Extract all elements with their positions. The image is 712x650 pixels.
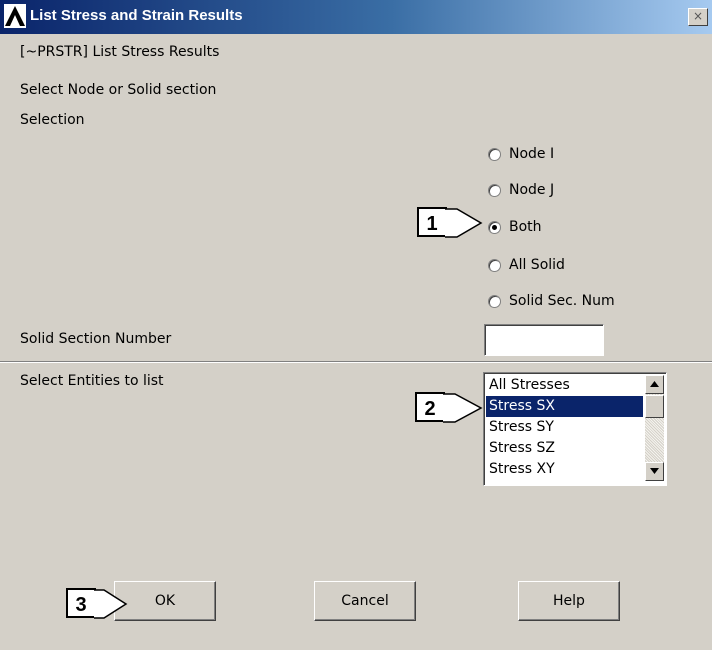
separator-line [0,361,712,363]
radio-label: Node J [509,182,555,198]
window-title: List Stress and Strain Results [30,7,243,24]
callout-3-number: 3 [66,588,96,618]
list-item[interactable]: Stress SY [486,417,643,438]
solid-section-number-input[interactable] [484,324,604,356]
list-scrollbar[interactable] [645,375,664,481]
cancel-button[interactable]: Cancel [314,581,416,621]
scroll-down-button[interactable] [645,462,664,481]
radio-label: Solid Sec. Num [509,293,615,309]
callout-1-number: 1 [417,207,447,237]
ansys-logo-icon [4,4,26,28]
ok-button[interactable]: OK [114,581,216,621]
arrow-up-icon [650,381,659,387]
list-item[interactable]: Stress SZ [486,438,643,459]
callout-3: 3 [66,588,128,620]
radio-button-checked-icon[interactable] [488,220,501,234]
radio-label: All Solid [509,257,565,273]
radio-button-icon[interactable] [488,183,501,197]
entities-listbox[interactable]: All Stresses Stress SX Stress SY Stress … [483,372,667,486]
solid-section-number-label: Solid Section Number [20,331,172,347]
radio-both[interactable]: Both [488,217,542,237]
scroll-thumb[interactable] [645,395,664,418]
title-bar[interactable]: List Stress and Strain Results × [0,0,712,34]
callout-2: 2 [415,392,485,424]
callout-arrow-icon [94,589,128,619]
radio-node-j[interactable]: Node J [488,180,554,200]
radio-label: Both [509,219,542,235]
list-item[interactable]: Stress XY [486,459,643,480]
radio-button-icon[interactable] [488,294,501,308]
radio-solid-sec-num[interactable]: Solid Sec. Num [488,291,615,311]
close-button[interactable]: × [688,8,708,26]
radio-button-icon[interactable] [488,147,501,161]
help-button[interactable]: Help [518,581,620,621]
list-item-selected[interactable]: Stress SX [486,396,643,417]
selection-label: Selection [20,112,85,128]
callout-arrow-icon [445,208,483,238]
list-item[interactable]: All Stresses [486,375,643,396]
callout-1: 1 [417,207,483,239]
entities-label: Select Entities to list [20,373,164,389]
dialog-window: List Stress and Strain Results × [~PRSTR… [0,0,712,650]
callout-arrow-icon [443,393,483,423]
radio-label: Node I [509,146,555,162]
select-prompt-label: Select Node or Solid section [20,82,217,98]
radio-button-icon[interactable] [488,258,501,272]
arrow-down-icon [650,468,659,474]
list-items: All Stresses Stress SX Stress SY Stress … [486,375,643,480]
radio-node-i[interactable]: Node I [488,144,554,164]
scroll-up-button[interactable] [645,375,664,394]
radio-all-solid[interactable]: All Solid [488,255,565,275]
command-label: [~PRSTR] List Stress Results [20,44,220,60]
callout-2-number: 2 [415,392,445,422]
